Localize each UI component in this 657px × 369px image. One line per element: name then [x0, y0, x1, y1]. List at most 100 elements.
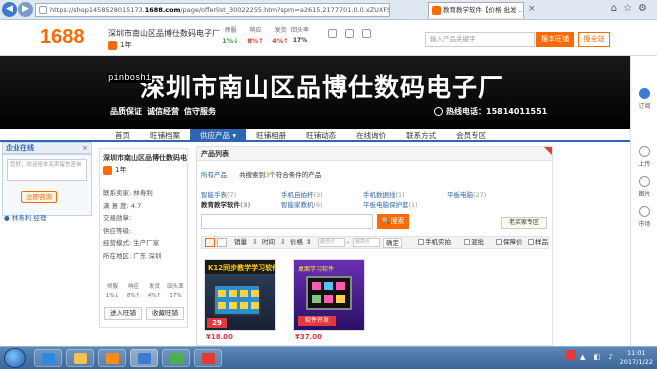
- right-sidebar: 订阅 上传 图片 市场: [630, 56, 657, 346]
- favorite-shop-button[interactable]: 收藏旺铺: [146, 307, 184, 320]
- forward-icon[interactable]: ▶: [18, 2, 33, 17]
- share-icon[interactable]: [362, 29, 371, 38]
- market-item[interactable]: 市场: [631, 206, 657, 228]
- hotline-number: 15814011551: [486, 107, 548, 116]
- url-domain: 1688.com: [144, 6, 181, 14]
- search-input[interactable]: 输入产品关键字: [425, 32, 535, 47]
- category-link[interactable]: 智能手表(7): [201, 189, 236, 199]
- stat-value: 1%↓: [222, 37, 239, 45]
- sort-updown-icon[interactable]: ⇕: [306, 237, 311, 248]
- search-button[interactable]: 🔍搜索: [377, 214, 409, 229]
- logo-1688[interactable]: 1688: [40, 26, 85, 49]
- menu-news[interactable]: 旺铺动态: [296, 129, 346, 142]
- category-link[interactable]: 手机自拍杆(3): [281, 189, 323, 199]
- filter-checkbox[interactable]: 混批: [464, 237, 484, 248]
- clock[interactable]: 11:01 2017/1/22: [620, 349, 653, 367]
- filter-checkbox[interactable]: 保障价: [496, 237, 523, 248]
- browser-tab[interactable]: 教育教学软件【价格 批发 …: [428, 2, 524, 18]
- sc-stat-label: 师服: [106, 284, 118, 290]
- category-link[interactable]: 平板电脑(27): [447, 189, 486, 199]
- category-link[interactable]: 智能家教机(6): [281, 199, 323, 209]
- category-count: (7): [227, 191, 237, 199]
- search-label: 搜索: [390, 217, 405, 225]
- upload-icon: [639, 146, 650, 157]
- upload-item[interactable]: 上传: [631, 146, 657, 168]
- sort-down-icon[interactable]: ⇩: [280, 237, 285, 248]
- info-line: 所在地区: 广东 深圳: [103, 251, 162, 260]
- category-link[interactable]: 平板电脑保护套(1): [363, 199, 418, 209]
- windows-taskbar: ▲ ◧ ♪ 11:01 2017/1/22: [0, 346, 657, 369]
- min-price-input[interactable]: 最低价: [318, 238, 345, 247]
- consult-button[interactable]: 立即咨询: [21, 191, 57, 203]
- sort-down-icon[interactable]: ⇩: [252, 237, 257, 248]
- filter-label: 混批: [471, 238, 484, 246]
- menu-profile[interactable]: 旺铺档案: [140, 129, 190, 142]
- menu-members[interactable]: 会员专区: [446, 129, 496, 142]
- online-panel: 企业在线 × 您好，欢迎给本买卖留言咨询 立即咨询 ● 林寿利 经理: [0, 142, 95, 342]
- product-image[interactable]: K12同步教学学习软件 29: [204, 259, 276, 331]
- old-buyer-link[interactable]: 老买家专区: [501, 217, 547, 229]
- tray-icons[interactable]: ▲ ◧ ♪: [580, 353, 616, 361]
- price-ok-button[interactable]: 确定: [383, 238, 402, 248]
- menu-contact[interactable]: 联系方式: [396, 129, 446, 142]
- product-caption: K12同步教学学习软件: [208, 264, 276, 272]
- rb-label: 图片: [638, 191, 651, 198]
- shop-menubar: 首页 旺铺档案 供应产品 ▾ 旺铺相册 旺铺动态 在线询价 联系方式 会员专区: [0, 129, 630, 142]
- enter-shop-button[interactable]: 进入旺铺: [104, 307, 142, 320]
- menu-home[interactable]: 首页: [105, 129, 140, 142]
- watermark-text: pinboshi: [107, 73, 153, 83]
- shopcard-info: 联系卖家: 林寿利 满 意 度: 4.7 交易勋章: 供应等级: 经营模式: 生…: [103, 187, 161, 262]
- sort-price[interactable]: 价格: [290, 237, 303, 248]
- sort-sales[interactable]: 销量: [234, 237, 247, 248]
- screen-graphic: [306, 276, 352, 310]
- category-count: (3): [240, 201, 251, 209]
- stat-label: 师服: [224, 27, 237, 34]
- app-taskbar-icon[interactable]: [162, 349, 190, 367]
- subscribe-item[interactable]: 订阅: [631, 88, 657, 110]
- grid-view-icon[interactable]: [205, 238, 215, 247]
- search-shop-button[interactable]: 搜本旺铺: [536, 32, 574, 47]
- filter-checkbox[interactable]: 样品: [528, 237, 548, 248]
- all-products-link[interactable]: 所有产品: [201, 171, 227, 179]
- filter-checkbox[interactable]: 手机实拍: [418, 237, 451, 248]
- max-price-input[interactable]: 最高价: [353, 238, 380, 247]
- ime-icon[interactable]: [566, 350, 576, 360]
- product-image[interactable]: 桌面学习软件 软件开发: [293, 259, 365, 331]
- category-link[interactable]: 手机数据线(1): [363, 189, 405, 199]
- shop-name[interactable]: 深圳市南山区品博仕数码电子厂: [108, 28, 220, 39]
- tab-close-icon[interactable]: ×: [528, 4, 536, 14]
- start-button-icon[interactable]: [4, 348, 26, 368]
- list-view-icon[interactable]: [217, 238, 227, 247]
- sort-time[interactable]: 时间: [262, 237, 275, 248]
- shopcard-title[interactable]: 深圳市南山区品博仕数码电...: [103, 153, 187, 163]
- product-caption: 桌面学习软件: [298, 266, 335, 273]
- menu-products[interactable]: 供应产品 ▾: [190, 129, 247, 142]
- close-icon[interactable]: ×: [82, 143, 88, 154]
- category-link[interactable]: 教育教学软件(3): [201, 199, 250, 209]
- explorer-taskbar-icon[interactable]: [66, 349, 94, 367]
- wangwang-icon[interactable]: [328, 29, 337, 38]
- menu-inquiry[interactable]: 在线询价: [346, 129, 396, 142]
- shop-stats: 师服 1%↓ 响应 8%↑ 发货 4%↑: [218, 26, 293, 46]
- slogan: 品质保证: [110, 107, 142, 116]
- media-taskbar-icon[interactable]: [98, 349, 126, 367]
- clock-date: 2017/1/22: [619, 358, 653, 366]
- search-all-button[interactable]: 搜全站: [578, 32, 610, 47]
- online-contact[interactable]: ● 林寿利 经理: [4, 212, 46, 222]
- repeat-value: 17%: [292, 37, 308, 44]
- app2-taskbar-icon[interactable]: [194, 349, 222, 367]
- back-icon[interactable]: ◀: [2, 2, 17, 17]
- site-header: 1688 深圳市南山区品博仕数码电子厂 1年 师服 1%↓ 响应 8%↑ 发货 4%↑…: [0, 20, 657, 56]
- menu-album[interactable]: 旺铺相册: [246, 129, 296, 142]
- favorite-icon[interactable]: [345, 29, 354, 38]
- keyword-input[interactable]: [201, 214, 373, 229]
- address-bar[interactable]: https://shop1458528015173.1688.com/page/…: [35, 3, 390, 17]
- found-prefix: 共搜索到: [239, 171, 266, 179]
- browser-icons[interactable]: ⌂☆⚙: [611, 3, 653, 14]
- product-price: ¥18.00: [206, 333, 234, 341]
- online-header: 企业在线 ×: [2, 142, 92, 154]
- browser-taskbar-icon[interactable]: [130, 349, 158, 367]
- image-item[interactable]: 图片: [631, 176, 657, 198]
- message-input[interactable]: 您好，欢迎给本买卖留言咨询: [7, 159, 87, 181]
- ie-taskbar-icon[interactable]: [34, 349, 62, 367]
